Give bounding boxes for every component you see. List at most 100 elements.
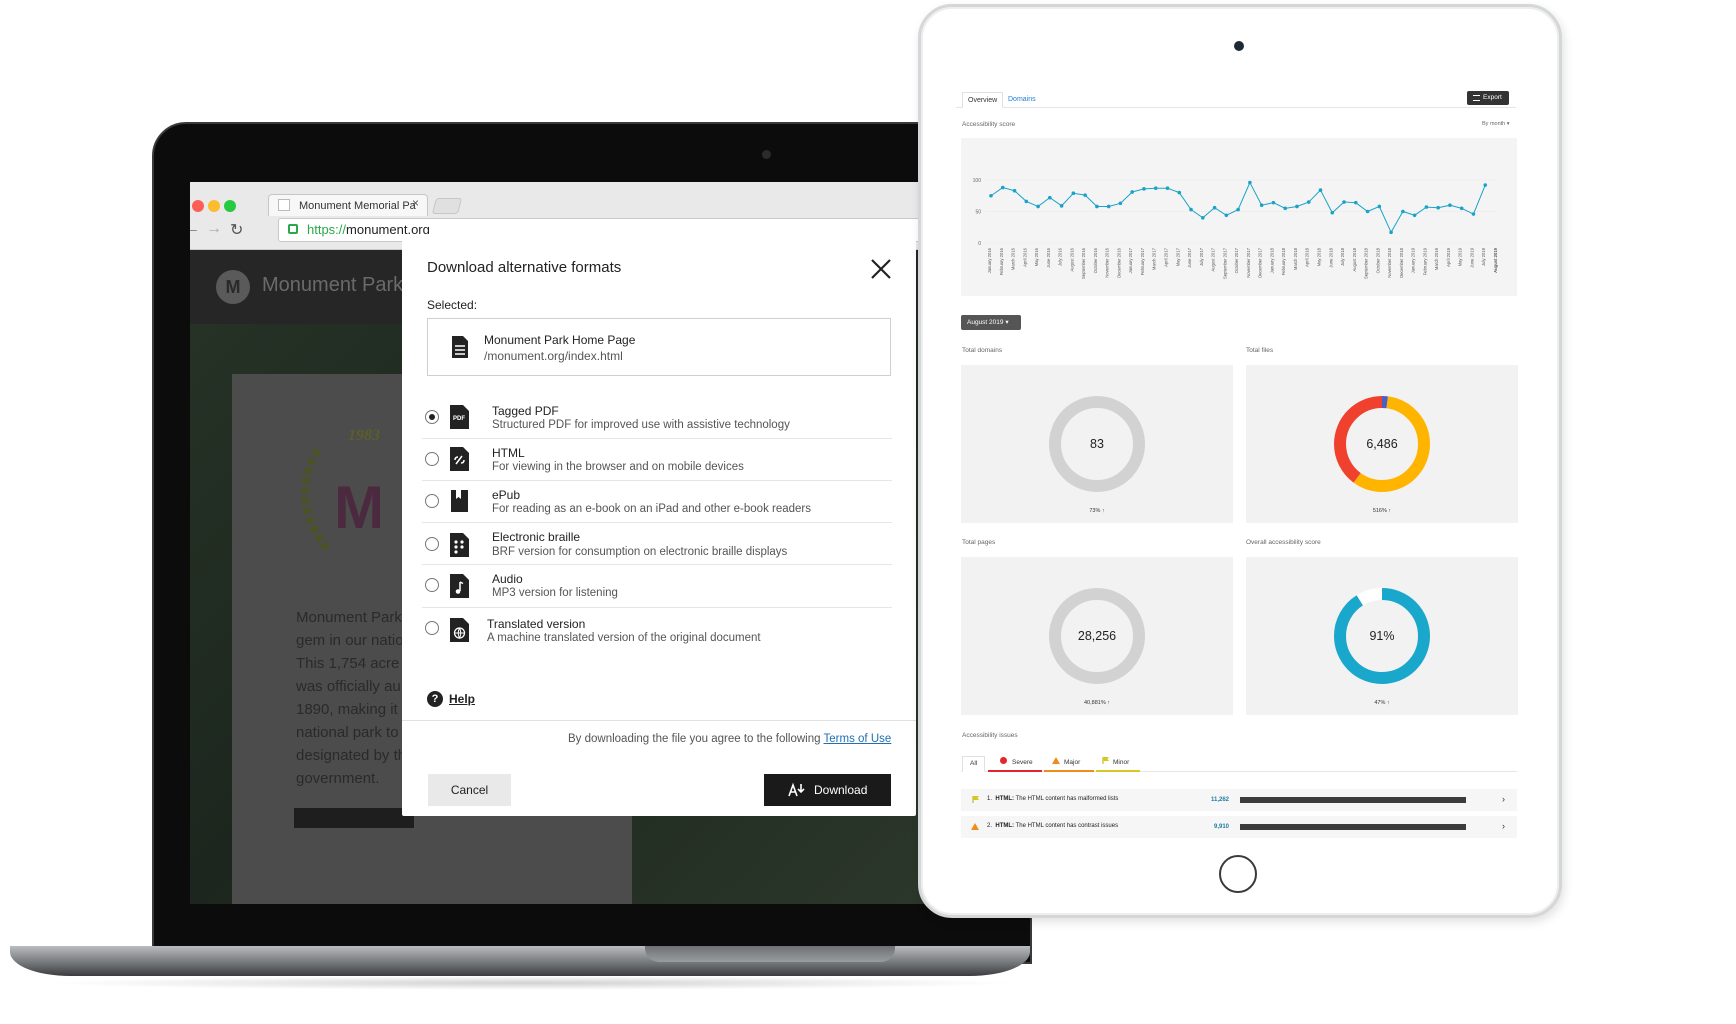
data-point[interactable]: [1024, 199, 1029, 204]
data-point[interactable]: [1353, 200, 1358, 205]
data-point[interactable]: [1012, 188, 1017, 193]
x-tick-label: September 2017: [1222, 247, 1227, 279]
data-point[interactable]: [1130, 190, 1135, 194]
data-point[interactable]: [1212, 205, 1217, 210]
radio-tagged-pdf[interactable]: [425, 410, 439, 424]
data-point[interactable]: [1071, 191, 1076, 196]
data-point[interactable]: [1459, 206, 1464, 211]
document-icon: [452, 336, 468, 358]
data-point[interactable]: [1036, 204, 1040, 209]
site-cta-button[interactable]: [294, 808, 414, 828]
data-point[interactable]: [1377, 204, 1382, 209]
x-tick-label: July 2016: [1058, 247, 1063, 266]
help-link[interactable]: Help: [449, 692, 475, 706]
tab-overview[interactable]: Overview: [962, 92, 1004, 108]
data-point[interactable]: [1448, 203, 1452, 207]
x-tick-label: February 2017: [1140, 247, 1145, 275]
issue-number: 2.: [987, 823, 993, 829]
data-point[interactable]: [1201, 216, 1205, 220]
data-point[interactable]: [1295, 204, 1299, 209]
back-arrow-icon[interactable]: ←: [190, 220, 200, 238]
close-window-button[interactable]: [192, 200, 204, 212]
issue-description: The HTML content has contrast issues: [1015, 823, 1119, 829]
data-point[interactable]: [1389, 230, 1393, 235]
issue-tab-all[interactable]: All: [962, 756, 986, 772]
x-tick-label: January 2018: [1269, 247, 1274, 273]
issue-bar: [1240, 824, 1466, 830]
card-change: 40,881% ↑: [1084, 700, 1110, 706]
data-point[interactable]: [1000, 185, 1005, 190]
data-point[interactable]: [1224, 213, 1229, 218]
option-desc: BRF version for consumption on electroni…: [492, 546, 788, 558]
site-name[interactable]: Monument Park: [262, 274, 403, 297]
data-point[interactable]: [1248, 180, 1252, 185]
card-title: Total domains: [962, 347, 1003, 354]
card-value: 91%: [1369, 629, 1395, 643]
browser-tab[interactable]: Monument Memorial Pa: [268, 194, 428, 216]
data-point[interactable]: [1177, 190, 1182, 195]
tablet-camera: [1234, 41, 1244, 51]
data-point[interactable]: [1189, 207, 1193, 212]
help-icon[interactable]: ?: [427, 691, 443, 707]
data-point[interactable]: [1283, 206, 1287, 211]
forward-arrow-icon[interactable]: →: [206, 220, 222, 238]
data-point[interactable]: [1083, 193, 1087, 197]
x-tick-label: January 2019: [1411, 247, 1416, 273]
radio-braille[interactable]: [425, 537, 439, 551]
data-point[interactable]: [1330, 210, 1335, 215]
reload-icon[interactable]: ↻: [230, 220, 243, 240]
month-select-label: August 2019: [967, 319, 1004, 326]
data-point[interactable]: [1412, 213, 1417, 218]
minimize-window-button[interactable]: [208, 200, 220, 212]
radio-translated[interactable]: [425, 621, 439, 635]
data-point[interactable]: [1306, 200, 1311, 204]
data-point[interactable]: [1153, 186, 1158, 190]
data-point[interactable]: [1401, 209, 1405, 214]
accessibility-score-chart: 100 50 0 January 2016 February 2016 March 201…: [973, 178, 1498, 279]
data-point[interactable]: [1106, 204, 1111, 209]
x-tick-label: May 2016: [1034, 247, 1039, 266]
terms-link[interactable]: Terms of Use: [824, 733, 892, 745]
zoom-window-button[interactable]: [224, 200, 236, 212]
data-point[interactable]: [1342, 200, 1346, 204]
tab-close-icon[interactable]: ×: [412, 196, 419, 210]
data-point[interactable]: [1436, 205, 1440, 210]
data-point[interactable]: [1165, 186, 1170, 190]
radio-html[interactable]: [425, 452, 439, 466]
data-point[interactable]: [989, 193, 993, 198]
chevron-right-icon[interactable]: ›: [1502, 794, 1505, 804]
data-point[interactable]: [1271, 200, 1276, 205]
site-logo-icon[interactable]: M: [216, 270, 250, 304]
data-point[interactable]: [1259, 203, 1264, 207]
x-tick-label: March 2018: [1293, 247, 1298, 270]
x-tick-label: November 2018: [1387, 247, 1392, 277]
tab-domains[interactable]: Domains: [1003, 92, 1041, 108]
close-icon[interactable]: [868, 256, 894, 282]
month-select[interactable]: August 2019 ▾: [961, 315, 1021, 330]
data-point[interactable]: [1365, 209, 1370, 214]
data-point[interactable]: [1424, 205, 1429, 209]
data-point[interactable]: [1236, 207, 1240, 212]
cancel-button[interactable]: Cancel: [428, 774, 511, 806]
radio-epub[interactable]: [425, 494, 439, 508]
y-tick-label: 0: [978, 241, 981, 247]
data-point[interactable]: [1048, 195, 1052, 200]
flag-icon: [1102, 757, 1109, 764]
home-button[interactable]: [1219, 855, 1257, 893]
data-point[interactable]: [1483, 183, 1488, 187]
issue-text: 2. HTML: The HTML content has contrast i…: [987, 823, 1118, 829]
lock-icon: [288, 224, 298, 234]
chevron-right-icon[interactable]: ›: [1502, 821, 1505, 831]
data-point[interactable]: [1095, 204, 1099, 209]
download-button[interactable]: Download: [764, 774, 891, 806]
data-point[interactable]: [1471, 212, 1476, 216]
x-tick-label: March 2017: [1152, 247, 1157, 270]
data-point[interactable]: [1142, 187, 1146, 191]
data-point[interactable]: [1318, 188, 1323, 192]
data-point[interactable]: [1118, 201, 1123, 206]
radio-audio[interactable]: [425, 578, 439, 592]
new-tab-button[interactable]: [431, 198, 463, 214]
issue-tab-severe[interactable]: Severe: [988, 756, 1042, 772]
period-select[interactable]: By month ▾: [1482, 121, 1510, 127]
data-point[interactable]: [1059, 204, 1064, 208]
